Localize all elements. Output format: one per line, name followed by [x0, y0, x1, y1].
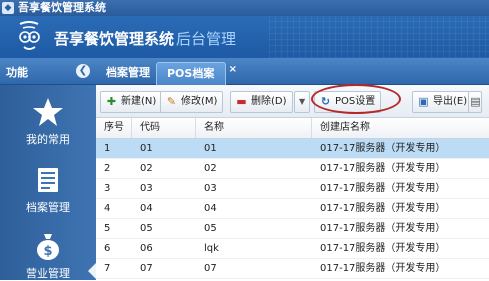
app-icon: ◆	[2, 2, 14, 14]
add-icon: ✚	[106, 95, 117, 108]
cell-no: 7	[104, 263, 111, 274]
cell-code: 05	[140, 223, 153, 234]
sidebar-item-favorites[interactable]: 我的常用	[0, 97, 96, 147]
close-icon[interactable]: ×	[229, 59, 237, 81]
sidebar-item-label: 档案管理	[26, 201, 70, 214]
cell-no: 4	[104, 203, 111, 214]
cell-code: 01	[140, 143, 153, 154]
money-bag-icon: $	[37, 234, 59, 260]
new-button-label: 新建(N)	[121, 96, 157, 107]
function-panel-title: 功能	[6, 66, 28, 79]
cell-name: 03	[204, 183, 217, 194]
export-button-label: 导出(E)	[433, 96, 468, 107]
table-row[interactable]: 4 04 04 017-17服务器（开发专用）	[96, 199, 489, 219]
pencil-icon: ✎	[166, 95, 177, 108]
table-row[interactable]: 2 02 02 017-17服务器（开发专用）	[96, 159, 489, 179]
window-titlebar: ◆ 吾享餐饮管理系统	[0, 0, 489, 16]
printer-icon: ▤	[470, 95, 481, 108]
tab-label: POS档案	[167, 67, 215, 80]
delete-button-label: 删除(D)	[251, 96, 287, 107]
table-row[interactable]: 1 01 01 017-17服务器（开发专用）	[96, 139, 489, 159]
brand-logo-icon	[19, 21, 40, 50]
table-header: 序号 代码 名称 创建店名称	[96, 118, 489, 139]
star-icon	[33, 98, 63, 126]
svg-text:$: $	[43, 244, 52, 259]
column-header-name[interactable]: 名称	[196, 118, 312, 138]
export-icon: ▣	[418, 95, 429, 108]
export-button[interactable]: ▣ 导出(E)	[412, 91, 474, 113]
chevron-down-icon: ▼	[299, 97, 306, 106]
table-row[interactable]: 6 06 lqk 017-17服务器（开发专用）	[96, 239, 489, 259]
app-name-main: 吾享餐饮管理系统	[54, 30, 175, 48]
table-row[interactable]: 3 03 03 017-17服务器（开发专用）	[96, 179, 489, 199]
cell-store: 017-17服务器（开发专用）	[320, 143, 446, 154]
sidebar-item-archive[interactable]: 档案管理	[0, 165, 96, 215]
tab-pos-archive[interactable]: POS档案 ×	[156, 62, 237, 85]
edit-button[interactable]: ✎ 修改(M)	[160, 91, 224, 113]
column-header-store[interactable]: 创建店名称	[312, 118, 489, 138]
delete-icon: ▬	[236, 95, 247, 108]
cell-no: 5	[104, 223, 111, 234]
cell-name: 01	[204, 143, 217, 154]
cell-no: 2	[104, 163, 111, 174]
tab-label: 档案管理	[106, 66, 150, 79]
pos-archive-table: 序号 代码 名称 创建店名称 1 01 01 017-17服务器（开发专用） 2…	[96, 118, 489, 280]
cell-name: 02	[204, 163, 217, 174]
edit-button-label: 修改(M)	[181, 96, 218, 107]
cell-store: 017-17服务器（开发专用）	[320, 223, 446, 234]
table-row[interactable]: 5 05 05 017-17服务器（开发专用）	[96, 219, 489, 239]
delete-button[interactable]: ▬ 删除(D)	[230, 91, 293, 113]
cell-store: 017-17服务器（开发专用）	[320, 263, 446, 274]
document-icon	[38, 168, 58, 192]
print-button[interactable]: ▤	[468, 91, 482, 113]
app-name: 吾享餐饮管理系统 后台管理	[54, 28, 236, 49]
cell-store: 017-17服务器（开发专用）	[320, 163, 446, 174]
cell-store: 017-17服务器（开发专用）	[320, 203, 446, 214]
banner-pattern	[269, 16, 489, 58]
table-row[interactable]: 7 07 07 017-17服务器（开发专用）	[96, 259, 489, 279]
cell-name: lqk	[204, 243, 219, 254]
app-name-sub: 后台管理	[176, 30, 237, 48]
cell-no: 3	[104, 183, 111, 194]
column-header-no[interactable]: 序号	[96, 118, 132, 138]
chevron-left-icon[interactable]: ❮	[76, 64, 90, 78]
cell-name: 04	[204, 203, 217, 214]
cell-code: 03	[140, 183, 153, 194]
column-header-code[interactable]: 代码	[132, 118, 196, 138]
cell-no: 6	[104, 243, 111, 254]
app-banner: 吾享餐饮管理系统 后台管理	[0, 16, 489, 58]
cell-name: 07	[204, 263, 217, 274]
sidebar-item-label: 营业管理	[26, 267, 70, 280]
nav-bar: 功能 ❮ 档案管理 POS档案 ×	[0, 58, 489, 85]
sidebar: 我的常用 档案管理 $ 营业管理	[0, 85, 96, 280]
cell-code: 02	[140, 163, 153, 174]
highlight-ring	[311, 84, 401, 114]
sidebar-item-business[interactable]: $ 营业管理	[0, 231, 96, 281]
sidebar-active-pointer	[88, 263, 96, 279]
new-button[interactable]: ✚ 新建(N)	[100, 91, 163, 113]
sidebar-item-label: 我的常用	[26, 133, 70, 146]
cell-name: 05	[204, 223, 217, 234]
cell-store: 017-17服务器（开发专用）	[320, 243, 446, 254]
cell-code: 06	[140, 243, 153, 254]
toolbar: ✚ 新建(N) ✎ 修改(M) ▬ 删除(D) ▼ ↻ POS设置 ▣ 导出(E…	[96, 85, 489, 118]
cell-store: 017-17服务器（开发专用）	[320, 183, 446, 194]
delete-dropdown-button[interactable]: ▼	[294, 91, 311, 113]
cell-code: 07	[140, 263, 153, 274]
window-title: 吾享餐饮管理系统	[18, 1, 106, 14]
cell-code: 04	[140, 203, 153, 214]
cell-no: 1	[104, 143, 111, 154]
tab-archive-management[interactable]: 档案管理	[96, 62, 160, 84]
